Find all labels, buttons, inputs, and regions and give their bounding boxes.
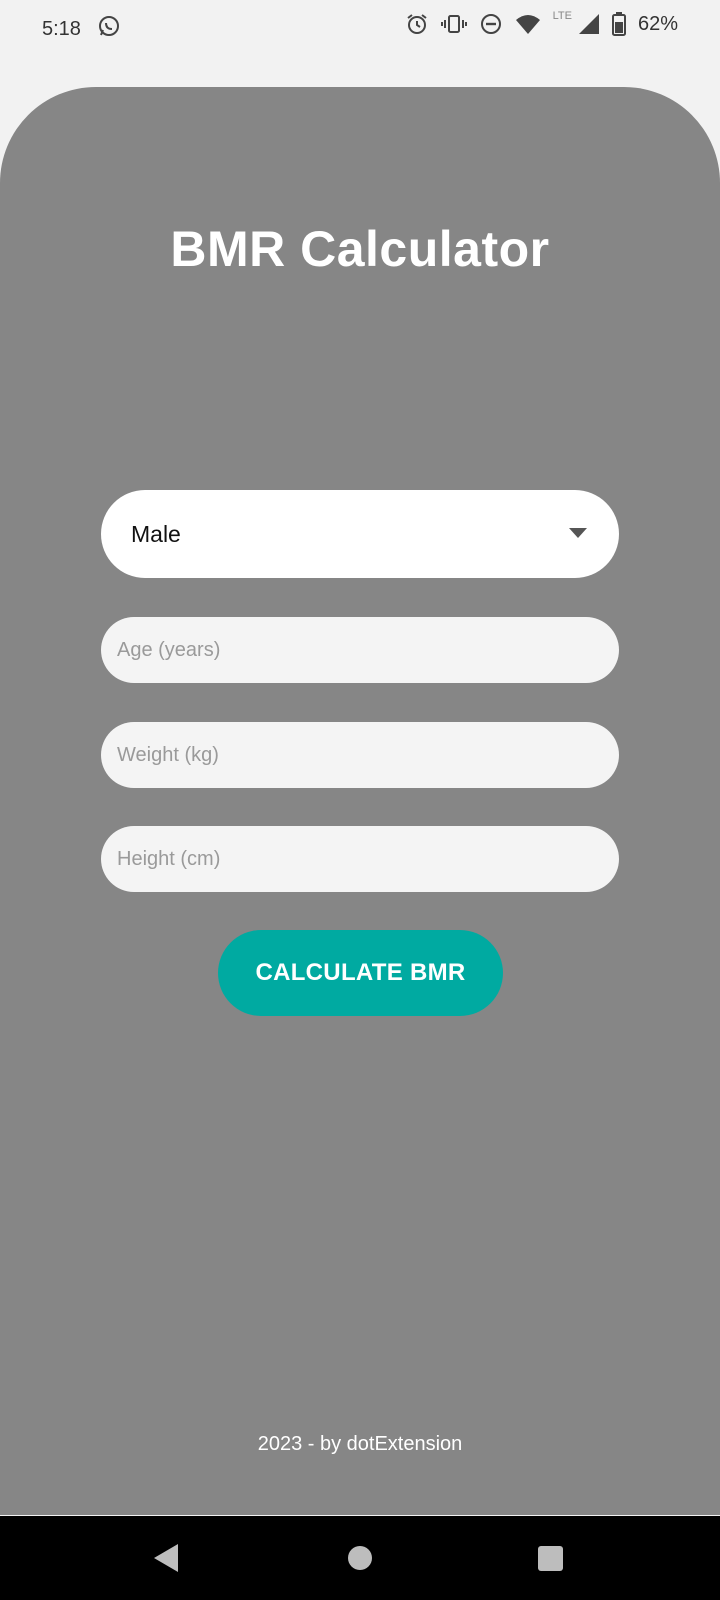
battery-percentage: 62% xyxy=(637,12,678,35)
footer-credit: 2023 - by dotExtension xyxy=(257,1433,463,1455)
wifi-icon xyxy=(515,13,541,35)
status-bar-right: LTE 62% xyxy=(405,10,678,36)
calculate-bmr-button[interactable]: CALCULATE BMR xyxy=(218,930,503,1016)
cell-signal-icon xyxy=(578,13,600,35)
dropdown-arrow-icon xyxy=(569,528,587,538)
app-screen: 5:18 LTE 62% BMR Calculator Male Age (ye… xyxy=(0,0,720,1600)
height-input[interactable] xyxy=(101,826,619,892)
back-icon[interactable] xyxy=(154,1544,178,1572)
lte-indicator: LTE xyxy=(552,10,572,22)
status-time: 5:18 xyxy=(42,17,81,40)
system-nav-bar xyxy=(0,1516,720,1600)
alarm-icon xyxy=(405,12,429,36)
do-not-disturb-icon xyxy=(479,12,503,36)
home-icon[interactable] xyxy=(348,1546,372,1570)
weight-input[interactable] xyxy=(101,722,619,788)
battery-icon xyxy=(611,12,626,36)
main-card xyxy=(0,87,720,1515)
recents-icon[interactable] xyxy=(538,1546,563,1571)
vibrate-icon xyxy=(440,12,467,36)
page-title: BMR Calculator xyxy=(170,221,550,277)
gender-dropdown[interactable]: Male xyxy=(101,490,619,578)
status-bar-left: 5:18 xyxy=(42,14,121,44)
gender-selected-value: Male xyxy=(131,520,181,547)
whatsapp-icon xyxy=(97,14,121,44)
age-input[interactable] xyxy=(101,617,619,683)
status-bar: 5:18 LTE 62% xyxy=(0,0,720,56)
